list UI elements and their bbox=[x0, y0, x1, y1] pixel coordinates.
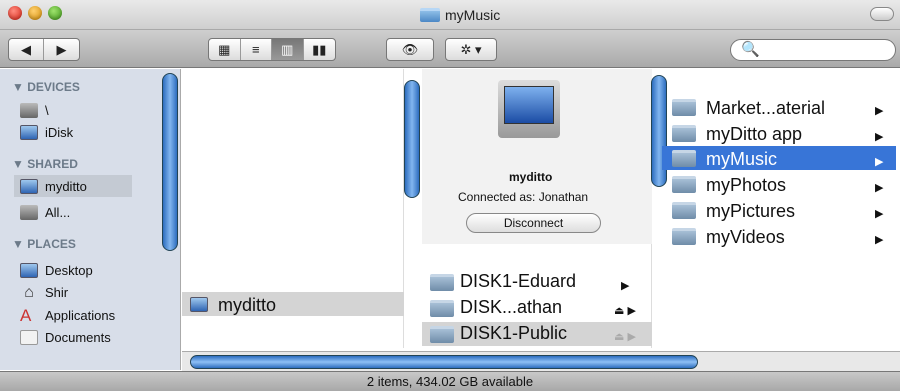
action-button[interactable]: ✲ ▾ bbox=[445, 38, 497, 61]
sidebar: ▼ DEVICES \ iDisk ▼ SHARED myditto All..… bbox=[0, 69, 181, 370]
column-3-item[interactable]: Market...aterial bbox=[706, 98, 825, 119]
sidebar-item-root[interactable]: \ bbox=[20, 99, 49, 121]
folder-icon bbox=[672, 150, 696, 167]
horizontal-scrollbar[interactable] bbox=[182, 351, 900, 371]
disk-icon bbox=[20, 102, 38, 118]
chevron-right-icon: ▶ bbox=[875, 182, 884, 194]
folder-icon bbox=[420, 8, 440, 22]
folder-icon bbox=[672, 176, 696, 193]
monitor-icon bbox=[190, 297, 208, 312]
column-3-item[interactable]: myPictures bbox=[706, 201, 795, 222]
column-2-scrollbar[interactable] bbox=[651, 75, 667, 187]
disconnect-button[interactable]: Disconnect bbox=[466, 213, 601, 233]
folder-icon bbox=[430, 326, 454, 343]
network-icon bbox=[20, 204, 38, 220]
folder-icon bbox=[672, 99, 696, 116]
quick-look-button[interactable]: 👁 bbox=[386, 38, 434, 61]
monitor-screen bbox=[504, 86, 554, 124]
server-name: myditto bbox=[509, 170, 553, 184]
chevron-right-icon: ▶ bbox=[875, 156, 884, 168]
folder-icon bbox=[672, 202, 696, 219]
column-3-item[interactable]: myVideos bbox=[706, 227, 785, 248]
folder-icon bbox=[672, 228, 696, 245]
toolbar: ◀ ▶ ▦ ≡ ▥ ▮▮ 👁 ✲ ▾ 🔍 bbox=[0, 30, 900, 68]
search-input[interactable]: 🔍 bbox=[730, 39, 896, 61]
monitor-icon bbox=[498, 80, 560, 138]
sidebar-item-myditto[interactable]: myditto bbox=[14, 175, 132, 197]
sidebar-scrollbar[interactable] bbox=[162, 73, 178, 251]
back-button[interactable]: ◀ bbox=[9, 39, 45, 60]
coverflow-view-button[interactable]: ▮▮ bbox=[304, 39, 335, 60]
column-view-button[interactable]: ▥ bbox=[272, 39, 304, 60]
column-1-selected-row[interactable] bbox=[182, 292, 404, 316]
sidebar-item-all[interactable]: All... bbox=[20, 201, 70, 223]
places-heading: ▼ PLACES bbox=[12, 237, 76, 251]
status-bar: 2 items, 434.02 GB available bbox=[0, 371, 900, 391]
close-button[interactable] bbox=[8, 6, 22, 20]
sidebar-item-desktop[interactable]: Desktop bbox=[20, 259, 93, 281]
column-3-item[interactable]: myPhotos bbox=[706, 175, 786, 196]
icon-view-button[interactable]: ▦ bbox=[209, 39, 241, 60]
column-2-item[interactable]: DISK1-Eduard bbox=[460, 271, 576, 292]
idisk-icon bbox=[20, 124, 38, 140]
view-buttons: ▦ ≡ ▥ ▮▮ bbox=[208, 38, 336, 61]
column-1-item-label: myditto bbox=[218, 295, 277, 315]
folder-icon bbox=[430, 300, 454, 317]
window-title: myMusic bbox=[420, 5, 500, 25]
shared-heading: ▼ SHARED bbox=[12, 157, 78, 171]
sidebar-item-shir[interactable]: ⌂ Shir bbox=[20, 281, 68, 303]
devices-heading: ▼ DEVICES bbox=[12, 80, 80, 94]
eject-icon[interactable]: ⏏ ▶ bbox=[614, 330, 636, 343]
chevron-right-icon: ▶ bbox=[621, 280, 630, 292]
connection-status: Connected as: Jonathan bbox=[458, 190, 589, 204]
sidebar-item-idisk[interactable]: iDisk bbox=[20, 121, 73, 143]
gear-icon: ✲ ▾ bbox=[460, 41, 482, 57]
toolbar-toggle-button[interactable] bbox=[870, 7, 894, 21]
desktop-icon bbox=[20, 262, 38, 278]
folder-icon bbox=[672, 125, 696, 142]
chevron-right-icon: ▶ bbox=[875, 131, 884, 143]
forward-button[interactable]: ▶ bbox=[44, 39, 79, 60]
eye-icon: 👁 bbox=[401, 41, 419, 57]
chevron-right-icon: ▶ bbox=[875, 234, 884, 246]
list-view-button[interactable]: ≡ bbox=[241, 39, 272, 60]
history-buttons: ◀ ▶ bbox=[8, 38, 80, 61]
column-3-selected-row[interactable] bbox=[662, 146, 896, 170]
monitor-icon bbox=[20, 178, 38, 194]
chevron-right-icon: ▶ bbox=[875, 105, 884, 117]
chevron-right-icon: ▶ bbox=[875, 208, 884, 220]
zoom-button[interactable] bbox=[48, 6, 62, 20]
sidebar-item-documents[interactable]: Documents bbox=[20, 326, 111, 348]
title-bar: myMusic bbox=[0, 0, 900, 30]
column-2-item[interactable]: DISK1-Public bbox=[460, 323, 567, 344]
horizontal-scroll-thumb[interactable] bbox=[190, 355, 698, 369]
column-3-item[interactable]: myMusic bbox=[706, 149, 777, 170]
documents-icon bbox=[20, 329, 38, 345]
column-1-scrollbar[interactable] bbox=[404, 80, 420, 198]
home-icon: ⌂ bbox=[24, 283, 34, 301]
sidebar-item-applications[interactable]: A Applications bbox=[20, 304, 115, 326]
column-3-item[interactable]: myDitto app bbox=[706, 124, 802, 145]
folder-icon bbox=[430, 274, 454, 291]
applications-icon: A bbox=[20, 305, 32, 325]
minimize-button[interactable] bbox=[28, 6, 42, 20]
eject-icon[interactable]: ⏏ ▶ bbox=[614, 304, 636, 317]
column-2-item[interactable]: DISK...athan bbox=[460, 297, 562, 318]
